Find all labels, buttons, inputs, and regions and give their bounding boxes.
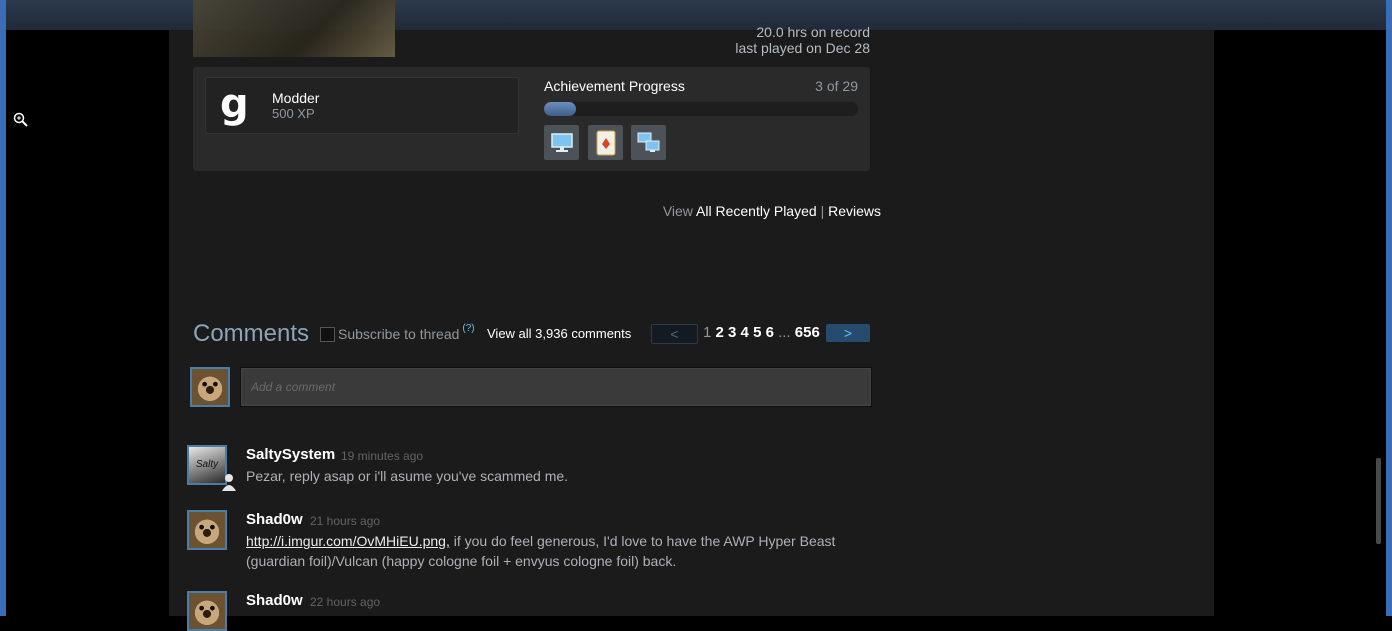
comment-input-box[interactable] (240, 367, 872, 407)
comment-text: http://i.imgur.com/OvMHiEU.png, if you d… (246, 531, 866, 571)
subscribe-to-thread[interactable]: Subscribe to thread (?) (320, 323, 475, 342)
comment-input[interactable] (241, 368, 871, 406)
last-played: last played on Dec 28 (735, 40, 870, 56)
view-prefix: View (662, 203, 693, 219)
view-links: View All Recently Played | Reviews (560, 203, 881, 219)
comment-avatar[interactable] (187, 591, 227, 631)
game-stats-box: g Modder 500 XP Achievement Progress 3 o… (193, 67, 870, 171)
comment-timestamp: 22 hours ago (310, 595, 381, 609)
link-separator: | (820, 203, 825, 219)
subscribe-help-link[interactable]: (?) (462, 323, 474, 334)
all-recently-played-link[interactable]: All Recently Played (696, 203, 817, 219)
comment-author[interactable]: SaltySystem (246, 446, 335, 463)
computer-monitor-icon[interactable] (544, 125, 579, 160)
comment-link[interactable]: http://i.imgur.com/OvMHiEU.png, (246, 533, 450, 549)
achievement-progress-bar (544, 102, 858, 116)
view-all-comments-link[interactable]: View all 3,936 comments (487, 326, 631, 341)
networked-computers-icon[interactable] (631, 125, 666, 160)
pager-last-page[interactable]: 656 (795, 324, 820, 341)
achievement-count: 3 of 29 (815, 78, 858, 94)
pager-page-link[interactable]: 5 (753, 324, 761, 341)
comments-heading: Comments (193, 320, 310, 347)
badge-xp: 500 XP (272, 106, 315, 121)
badge-card[interactable]: g Modder 500 XP (205, 77, 519, 134)
subscribe-label[interactable]: Subscribe to thread (338, 326, 459, 342)
comment-author[interactable]: Shad0w (246, 511, 303, 528)
badge-name: Modder (272, 90, 320, 106)
reviews-link[interactable]: Reviews (828, 203, 881, 219)
zoom-icon[interactable] (13, 112, 29, 128)
subscribe-checkbox[interactable] (320, 326, 335, 342)
pager-page-link[interactable]: 4 (741, 324, 749, 341)
pager-ellipsis: ... (778, 324, 791, 341)
comment-author[interactable]: Shad0w (246, 592, 303, 609)
achievement-progress-title[interactable]: Achievement Progress (544, 78, 685, 94)
pug-avatar-image (192, 369, 228, 405)
pager-next-button[interactable]: > (826, 324, 870, 342)
playing-card-icon[interactable] (588, 125, 623, 160)
pager-prev-button[interactable]: < (651, 324, 698, 344)
my-avatar[interactable] (190, 367, 230, 407)
achievement-progress-fill (544, 102, 577, 116)
pager-page-link[interactable]: 6 (766, 324, 774, 341)
salty-avatar-image: Salty (189, 447, 225, 483)
hours-on-record: 20.0 hrs on record (756, 24, 870, 40)
badge-icon: g (220, 81, 249, 127)
game-playtime: 20.0 hrs on record last played on Dec 28 (600, 24, 870, 56)
pager-current-page: 1 (703, 324, 712, 341)
pager-page-link[interactable]: 2 (716, 324, 724, 341)
pager-pages: 1 2 3 4 5 6 ... 656 (703, 324, 820, 341)
comment-avatar[interactable] (187, 510, 227, 550)
pug-avatar-image (189, 593, 225, 629)
pug-avatar-image (189, 512, 225, 548)
comment-text: Pezar, reply asap or i'll asume you've s… (246, 468, 569, 484)
scrollbar-thumb[interactable] (1376, 458, 1381, 544)
comment-timestamp: 21 hours ago (310, 514, 381, 528)
comment-timestamp: 19 minutes ago (341, 449, 424, 463)
person-icon (222, 474, 236, 491)
pager-page-link[interactable]: 3 (728, 324, 736, 341)
game-capsule-image[interactable] (193, 0, 395, 57)
window-frame-right (1386, 0, 1392, 616)
